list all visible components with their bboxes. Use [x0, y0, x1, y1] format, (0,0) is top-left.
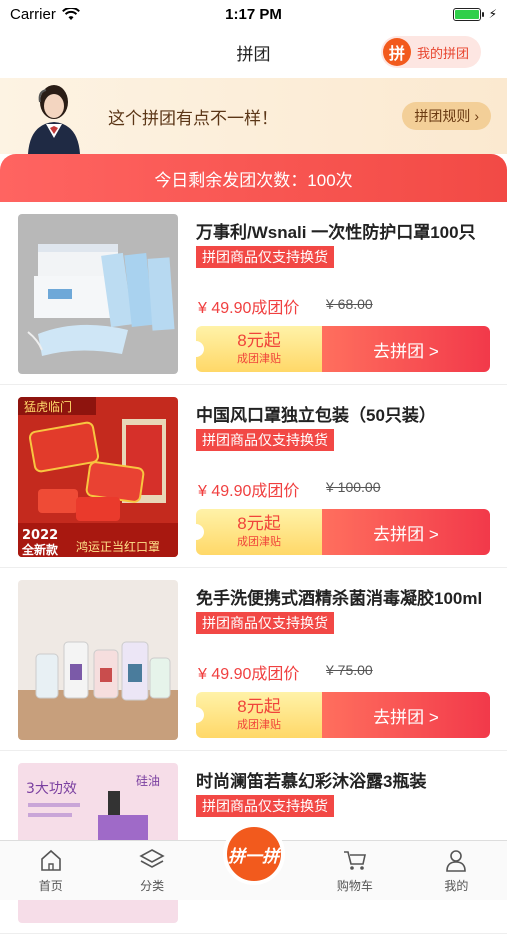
original-price: ¥ 68.00	[326, 296, 373, 312]
pin-logo-icon: 拼	[382, 38, 411, 66]
subsidy-coupon: 8元起 成团津贴	[196, 692, 322, 738]
image-caption: 猛虎临门	[24, 399, 72, 414]
image-caption: 硅油	[136, 774, 160, 788]
image-caption: 3大功效	[26, 781, 77, 797]
product-card[interactable]: 万事利/Wsnali 一次性防护口罩100只 拼团商品仅支持换货 ¥ 49.90…	[0, 202, 507, 385]
group-rules-button[interactable]: 拼团规则 ›	[402, 102, 491, 130]
cart-icon	[343, 851, 366, 870]
image-caption: 鸿运正当红口罩	[76, 539, 160, 554]
subsidy-label: 成团津贴	[237, 353, 281, 365]
customer-service-avatar-icon	[28, 85, 80, 154]
bottom-tab-bar: 首页 分类 拼一拼 购物车 我的	[0, 823, 507, 900]
subsidy-coupon: 8元起 成团津贴	[196, 326, 322, 372]
product-title: 万事利/Wsnali 一次性防护口罩100只	[196, 223, 476, 242]
chevron-right-icon: ›	[474, 108, 479, 124]
product-image	[18, 214, 178, 374]
layers-icon	[139, 849, 165, 868]
user-icon	[446, 850, 467, 872]
tab-label: 购物车	[336, 879, 373, 893]
tab-profile[interactable]: 我的	[406, 841, 507, 900]
product-title: 中国风口罩独立包装（50只装）	[196, 406, 436, 425]
subsidy-label: 成团津贴	[237, 719, 281, 731]
nav-bar: 拼团 拼 我的拼团	[0, 28, 507, 76]
join-group-button[interactable]: 去拼团 >	[322, 692, 490, 738]
subsidy-amount: 8元起	[237, 514, 281, 533]
product-title: 时尚澜笛若慕幻彩沐浴露3瓶装	[196, 772, 427, 791]
group-buy-center-button[interactable]: 拼一拼	[222, 823, 285, 885]
group-action-bar: 8元起 成团津贴 去拼团 >	[196, 692, 490, 738]
group-price: ¥ 49.90成团价	[198, 666, 300, 683]
promo-banner: 这个拼团有点不一样！ 拼团规则 ›	[0, 78, 507, 154]
image-caption: 2022	[22, 528, 58, 543]
original-price: ¥ 100.00	[326, 479, 381, 495]
exchange-only-tag: 拼团商品仅支持换货	[196, 429, 334, 451]
exchange-only-tag: 拼团商品仅支持换货	[196, 612, 334, 634]
wifi-icon	[61, 7, 80, 20]
product-image: 猛虎临门 2022 全新款 鸿运正当红口罩	[18, 397, 178, 557]
exchange-only-tag: 拼团商品仅支持换货	[196, 795, 334, 817]
product-card[interactable]: 免手洗便携式酒精杀菌消毒凝胶100ml 拼团商品仅支持换货 ¥ 49.90成团价…	[0, 568, 507, 751]
home-icon	[40, 849, 61, 871]
status-bar: Carrier 1:17 PM ⚡	[0, 0, 507, 28]
charging-icon: ⚡	[488, 7, 497, 21]
product-title: 免手洗便携式酒精杀菌消毒凝胶100ml	[196, 589, 483, 608]
my-group-button[interactable]: 拼 我的拼团	[380, 36, 481, 68]
group-action-bar: 8元起 成团津贴 去拼团 >	[196, 509, 490, 555]
group-action-bar: 8元起 成团津贴 去拼团 >	[196, 326, 490, 372]
group-price: ¥ 49.90成团价	[198, 300, 300, 317]
carrier-label: Carrier	[10, 5, 56, 23]
tab-category[interactable]: 分类	[101, 841, 202, 900]
subsidy-coupon: 8元起 成团津贴	[196, 509, 322, 555]
tab-label: 分类	[140, 879, 165, 893]
product-image	[18, 580, 178, 740]
tab-cart[interactable]: 购物车	[304, 841, 405, 900]
image-caption: 全新款	[21, 542, 59, 557]
original-price: ¥ 75.00	[326, 662, 373, 678]
product-card[interactable]: 猛虎临门 2022 全新款 鸿运正当红口罩 中国风口罩独立包装（50只装） 拼团…	[0, 385, 507, 568]
subsidy-amount: 8元起	[237, 697, 281, 716]
my-group-label: 我的拼团	[416, 45, 469, 61]
subsidy-amount: 8元起	[237, 331, 281, 350]
exchange-only-tag: 拼团商品仅支持换货	[196, 246, 334, 268]
remaining-count-bar: 今日剩余发团次数：100次	[0, 154, 507, 202]
banner-text: 这个拼团有点不一样！	[108, 109, 278, 128]
battery-icon	[452, 7, 484, 21]
subsidy-label: 成团津贴	[237, 536, 281, 548]
tab-home[interactable]: 首页	[0, 841, 101, 900]
join-group-button[interactable]: 去拼团 >	[322, 326, 490, 372]
page-title: 拼团	[236, 44, 271, 64]
join-group-button[interactable]: 去拼团 >	[322, 509, 490, 555]
tab-label: 我的	[444, 879, 469, 893]
group-price: ¥ 49.90成团价	[198, 483, 300, 500]
rules-label: 拼团规则	[414, 108, 471, 124]
tab-group-buy[interactable]: 拼一拼	[203, 823, 304, 900]
tab-label: 首页	[38, 879, 63, 893]
